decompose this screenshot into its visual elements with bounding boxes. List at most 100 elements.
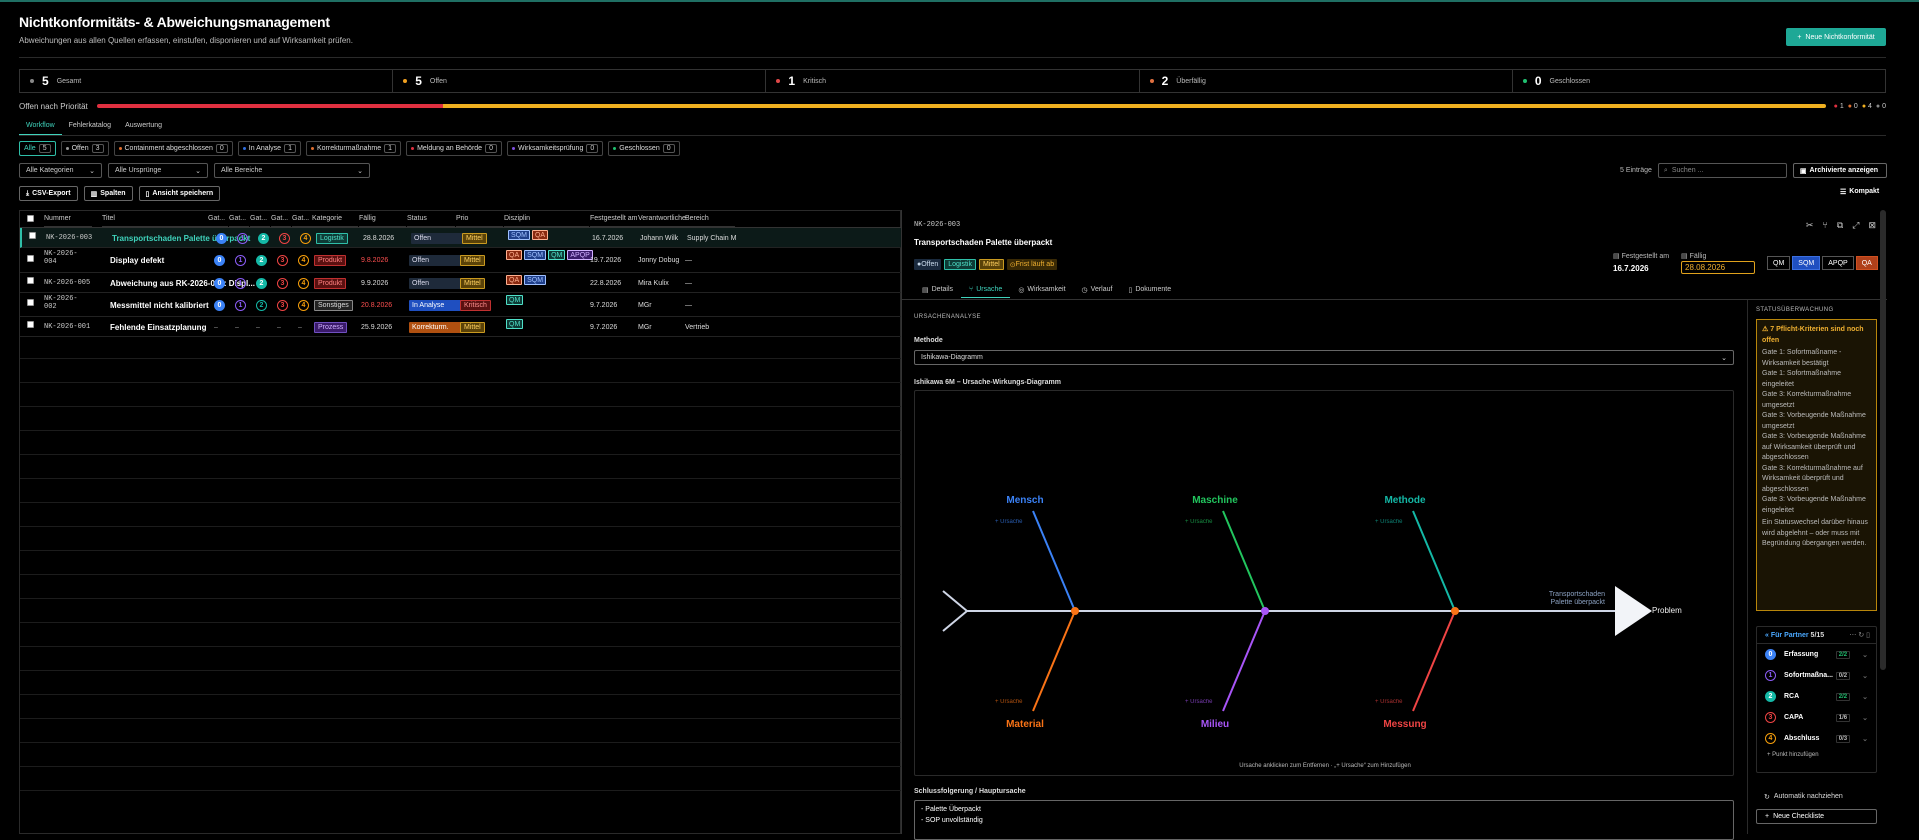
gate-1-icon[interactable]: 1: [235, 277, 246, 289]
column-header[interactable]: Gat...: [271, 211, 291, 227]
tab-ursache[interactable]: ⑂ Ursache: [961, 283, 1011, 298]
row-checkbox[interactable]: [27, 321, 34, 328]
filter-chip[interactable]: Korrekturmaßnahme 1: [305, 141, 402, 156]
table-row[interactable]: NK-2026- 002 Messmittel nicht kalibriert 0 1…: [20, 293, 902, 317]
table-row[interactable]: NK-2026-001 Fehlende Einsatzplanung – – – – – P…: [20, 317, 902, 337]
gate-3-icon[interactable]: 3: [277, 255, 288, 266]
filter-chip[interactable]: In Analyse 1: [237, 141, 301, 156]
stat-overdue[interactable]: 2 Überfällig: [1140, 70, 1513, 92]
gate-4-icon[interactable]: 4: [298, 255, 309, 266]
category-select[interactable]: Alle Kategorien ⌄: [19, 163, 102, 178]
add-cause-link[interactable]: + Ursache: [1185, 519, 1213, 525]
origin-select[interactable]: Alle Ursprünge ⌄: [108, 163, 208, 178]
gate-2-icon[interactable]: 2: [258, 232, 269, 244]
tab-workflow[interactable]: Workflow: [19, 119, 62, 135]
gate-4-icon[interactable]: 4: [300, 232, 311, 244]
row-checkbox[interactable]: [27, 255, 34, 262]
discipline-qa[interactable]: QA: [1855, 256, 1878, 270]
stat-critical[interactable]: 1 Kritisch: [766, 70, 1140, 92]
tab-details[interactable]: ▤ Details: [914, 283, 961, 298]
add-cause-link[interactable]: + Ursache: [995, 699, 1023, 705]
column-header[interactable]: Status: [407, 211, 455, 227]
gate-3-icon[interactable]: 3: [277, 299, 288, 311]
save-view-button[interactable]: ▯ Ansicht speichern: [138, 186, 221, 201]
discipline-apqp[interactable]: APQP: [1822, 256, 1854, 270]
row-checkbox[interactable]: [29, 232, 36, 239]
tab-verlauf[interactable]: ◷ Verlauf: [1074, 283, 1121, 298]
discipline-sqm[interactable]: SQM: [1792, 256, 1821, 270]
column-header[interactable]: Bereich: [685, 211, 735, 227]
new-nonconformity-button[interactable]: + Neue Nichtkonformität: [1786, 28, 1886, 46]
partner-header[interactable]: « Für Partner 5/15 ⋯ ↻ ▯: [1757, 627, 1876, 644]
table-row[interactable]: NK-2026- 004 Display defekt 0 1 2 3 4 Produkt 9.8…: [20, 248, 902, 273]
filter-chip[interactable]: Wirksamkeitsprüfung 0: [506, 141, 604, 156]
method-select[interactable]: Ishikawa-Diagramm ⌄: [914, 350, 1734, 365]
add-cause-link[interactable]: + Ursache: [995, 519, 1023, 525]
gate-1-icon[interactable]: 1: [235, 299, 246, 311]
phase-row[interactable]: 2 RCA 2/2 ⌄: [1757, 686, 1876, 707]
add-cause-link[interactable]: + Ursache: [1185, 699, 1213, 705]
column-header[interactable]: Nummer: [44, 211, 92, 227]
gate-0-icon[interactable]: 0: [214, 277, 225, 289]
row-checkbox[interactable]: [27, 299, 34, 306]
column-header[interactable]: Disziplin: [504, 211, 589, 227]
column-header[interactable]: Prio: [456, 211, 503, 227]
tab-auswertung[interactable]: Auswertung: [118, 119, 169, 135]
stat-closed[interactable]: 0 Geschlossen: [1513, 70, 1885, 92]
column-header[interactable]: Gat...: [250, 211, 270, 227]
auto-update-button[interactable]: ↻ Automatik nachziehen: [1756, 789, 1877, 804]
close-icon[interactable]: ⊠: [1868, 220, 1876, 231]
gate-0-icon[interactable]: 0: [214, 299, 225, 311]
gate-0-icon[interactable]: 0: [216, 232, 227, 244]
column-header[interactable]: Titel: [102, 211, 208, 227]
filter-chip[interactable]: Offen 3: [60, 141, 109, 156]
gate-1-icon[interactable]: 1: [235, 255, 246, 266]
gate-0-icon[interactable]: 0: [214, 255, 225, 266]
search-input[interactable]: ⌕ Suchen ...: [1657, 163, 1787, 178]
columns-button[interactable]: ▥ Spalten: [83, 186, 133, 201]
phase-row[interactable]: 3 CAPA 1/6 ⌄: [1757, 707, 1876, 728]
add-cause-link[interactable]: + Ursache: [1375, 699, 1403, 705]
column-header[interactable]: Gat...: [229, 211, 249, 227]
filter-chip[interactable]: Meldung an Behörde 0: [406, 141, 502, 156]
filter-chip[interactable]: Alle 5: [19, 141, 56, 156]
table-row[interactable]: NK-2026-003 Transportschaden Palette über…: [20, 228, 902, 248]
conclusion-textarea[interactable]: - Palette Überpackt - SOP unvollständig: [914, 800, 1734, 840]
csv-export-button[interactable]: ⤓ CSV-Export: [19, 186, 78, 201]
new-checklist-button[interactable]: + Neue Checkliste: [1756, 809, 1877, 824]
stat-open[interactable]: 5 Offen: [393, 70, 767, 92]
branch-icon[interactable]: ⑂: [1822, 220, 1827, 231]
filter-chip[interactable]: Containment abgeschlossen 0: [113, 141, 233, 156]
row-checkbox[interactable]: [27, 277, 34, 284]
add-cause-link[interactable]: + Ursache: [1375, 519, 1403, 525]
gate-3-icon[interactable]: 3: [279, 232, 290, 244]
phase-row[interactable]: 1 Sofortmaßna... 0/2 ⌄: [1757, 665, 1876, 686]
select-all-checkbox[interactable]: [27, 215, 34, 222]
phase-row[interactable]: 0 Erfassung 2/2 ⌄: [1757, 644, 1876, 665]
add-point-link[interactable]: + Punkt hinzufügen: [1757, 749, 1876, 758]
gate-2-icon[interactable]: 2: [256, 277, 267, 289]
discipline-qm[interactable]: QM: [1767, 256, 1791, 270]
filter-chip[interactable]: Geschlossen 0: [608, 141, 680, 156]
gate-3-icon[interactable]: 3: [277, 277, 288, 289]
stat-total[interactable]: 5 Gesamt: [20, 70, 394, 92]
copy-icon[interactable]: ⧉: [1837, 220, 1843, 231]
gate-2-icon[interactable]: 2: [256, 255, 267, 266]
compact-toggle[interactable]: ☰ Kompakt: [1840, 188, 1879, 196]
column-header[interactable]: Kategorie: [312, 211, 358, 227]
expand-icon[interactable]: ⤢: [1852, 220, 1859, 231]
table-row[interactable]: NK-2026-005 Abweichung aus RK-2026-001: D…: [20, 273, 902, 293]
unlink-icon[interactable]: ✂: [1806, 220, 1814, 231]
phase-row[interactable]: 4 Abschluss 0/3 ⌄: [1757, 728, 1876, 749]
column-header[interactable]: Fällig: [359, 211, 406, 227]
column-header[interactable]: Gat...: [208, 211, 228, 227]
gate-4-icon[interactable]: 4: [298, 299, 309, 311]
due-date-input[interactable]: 28.08.2026: [1681, 261, 1756, 274]
column-header[interactable]: Gat...: [292, 211, 312, 227]
tab-dokumente[interactable]: ▯ Dokumente: [1120, 283, 1179, 298]
gate-4-icon[interactable]: 4: [298, 277, 309, 289]
column-header[interactable]: Verantwortliche: [638, 211, 686, 227]
panel-scrollbar[interactable]: [1880, 210, 1886, 670]
gate-1-icon[interactable]: 1: [237, 232, 248, 244]
gate-2-icon[interactable]: 2: [256, 299, 267, 311]
